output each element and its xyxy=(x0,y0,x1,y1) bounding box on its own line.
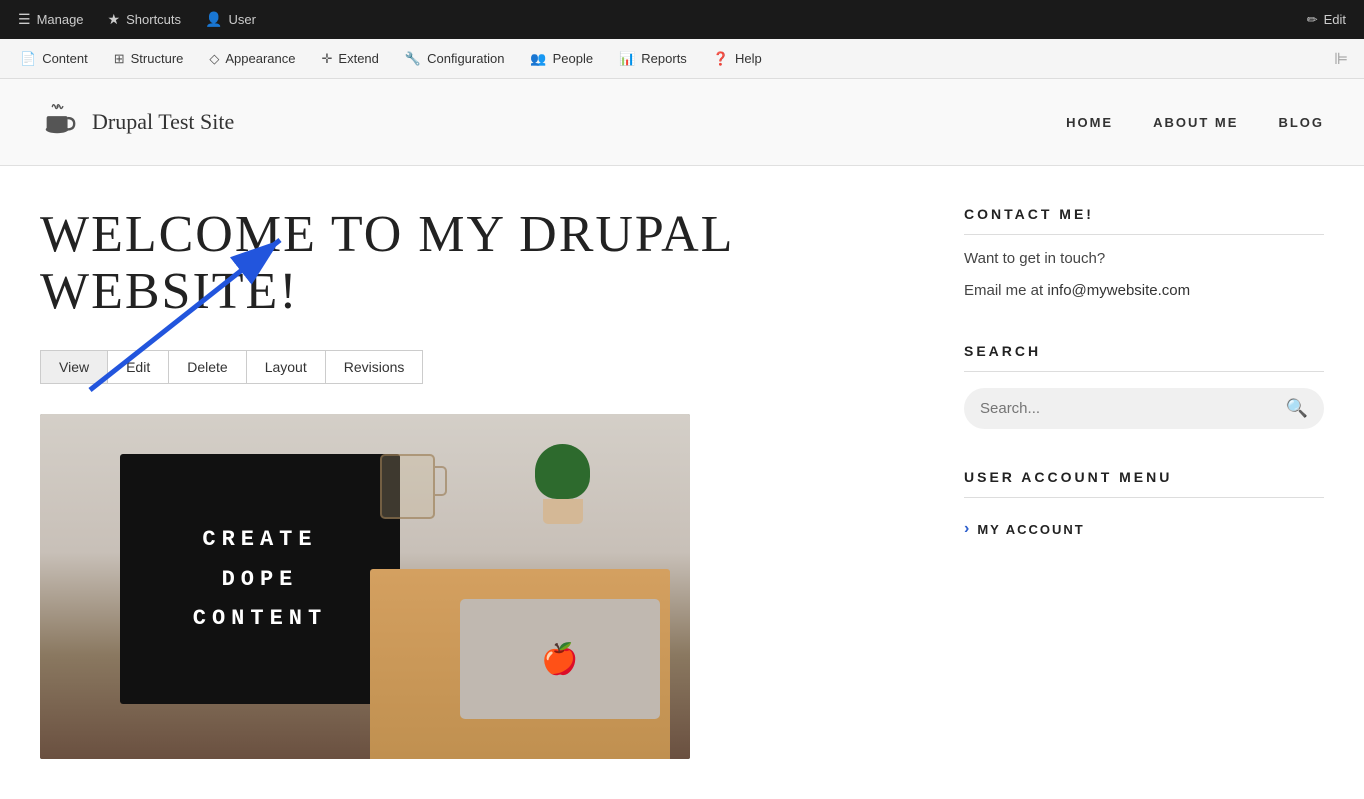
menu-divider: ⊫ xyxy=(1326,43,1356,75)
contact-email[interactable]: info@mywebsite.com xyxy=(1047,282,1190,299)
chevron-right-icon: › xyxy=(964,520,969,538)
shortcuts-label: Shortcuts xyxy=(126,12,181,27)
structure-label: Structure xyxy=(131,51,184,66)
nav-blog[interactable]: BLOG xyxy=(1278,115,1324,130)
shortcuts-button[interactable]: ★ Shortcuts xyxy=(98,5,191,34)
extend-icon: ✛ xyxy=(322,51,333,67)
menu-appearance[interactable]: ◇ Appearance xyxy=(197,45,307,73)
edit-button[interactable]: ✏ Edit xyxy=(1297,6,1356,34)
site-logo-area: Drupal Test Site xyxy=(40,99,234,145)
reports-icon: 📊 xyxy=(619,51,635,67)
tab-layout[interactable]: Layout xyxy=(247,351,326,383)
content-area: WELCOME TO MY DRUPAL WEBSITE! View Edit … xyxy=(40,206,904,759)
configuration-icon: 🔧 xyxy=(405,51,421,67)
my-account-item[interactable]: › MY ACCOUNT xyxy=(964,510,1324,548)
extend-label: Extend xyxy=(338,51,378,66)
main-content: WELCOME TO MY DRUPAL WEBSITE! View Edit … xyxy=(0,166,1364,799)
sidebar-contact: CONTACT ME! Want to get in touch? Email … xyxy=(964,206,1324,303)
search-icon[interactable]: 🔍 xyxy=(1286,398,1308,419)
site-title: Drupal Test Site xyxy=(92,109,234,135)
article-image: CREATEDOPECONTENT 🕶 xyxy=(40,414,690,759)
site-nav: HOME ABOUT ME BLOG xyxy=(1066,115,1324,130)
structure-icon: ⊞ xyxy=(114,51,125,67)
nav-home[interactable]: HOME xyxy=(1066,115,1113,130)
edit-label: Edit xyxy=(1324,12,1346,27)
sidebar: CONTACT ME! Want to get in touch? Email … xyxy=(964,206,1324,759)
help-label: Help xyxy=(735,51,762,66)
sidebar-user-menu: USER ACCOUNT MENU › MY ACCOUNT xyxy=(964,469,1324,548)
star-icon: ★ xyxy=(108,11,121,28)
my-account-label: MY ACCOUNT xyxy=(977,522,1084,537)
appearance-label: Appearance xyxy=(225,51,295,66)
people-icon: 👥 xyxy=(530,51,546,67)
hamburger-icon: ☰ xyxy=(18,11,31,28)
manage-label: Manage xyxy=(37,12,84,27)
admin-toolbar-left: ☰ Manage ★ Shortcuts 👤 User xyxy=(8,5,266,34)
search-box: 🔍 xyxy=(964,388,1324,429)
user-icon: 👤 xyxy=(205,11,222,28)
content-icon: 📄 xyxy=(20,51,36,67)
coffee-logo-icon xyxy=(40,99,78,145)
people-label: People xyxy=(553,51,593,66)
user-button[interactable]: 👤 User xyxy=(195,5,266,34)
user-menu-title: USER ACCOUNT MENU xyxy=(964,469,1324,498)
manage-button[interactable]: ☰ Manage xyxy=(8,5,94,34)
reports-label: Reports xyxy=(641,51,687,66)
user-label: User xyxy=(228,12,255,27)
menu-reports[interactable]: 📊 Reports xyxy=(607,45,699,73)
tab-delete[interactable]: Delete xyxy=(169,351,246,383)
appearance-icon: ◇ xyxy=(209,51,219,67)
admin-toolbar: ☰ Manage ★ Shortcuts 👤 User ✏ Edit xyxy=(0,0,1364,39)
configuration-label: Configuration xyxy=(427,51,504,66)
page-title: WELCOME TO MY DRUPAL WEBSITE! xyxy=(40,206,904,320)
search-input[interactable] xyxy=(980,400,1286,417)
contact-line1: Want to get in touch? xyxy=(964,247,1324,271)
search-title: SEARCH xyxy=(964,343,1324,372)
contact-title: CONTACT ME! xyxy=(964,206,1324,235)
pencil-icon: ✏ xyxy=(1307,12,1318,28)
site-header: Drupal Test Site HOME ABOUT ME BLOG xyxy=(0,79,1364,166)
tab-revisions[interactable]: Revisions xyxy=(326,351,423,383)
admin-menu: 📄 Content ⊞ Structure ◇ Appearance ✛ Ext… xyxy=(0,39,1364,79)
menu-structure[interactable]: ⊞ Structure xyxy=(102,45,196,73)
nav-about[interactable]: ABOUT ME xyxy=(1153,115,1238,130)
help-icon: ❓ xyxy=(713,51,729,67)
menu-content[interactable]: 📄 Content xyxy=(8,45,100,73)
content-tabs: View Edit Delete Layout Revisions xyxy=(40,350,423,384)
content-label: Content xyxy=(42,51,88,66)
tab-edit[interactable]: Edit xyxy=(108,351,169,383)
menu-help[interactable]: ❓ Help xyxy=(701,45,774,73)
admin-toolbar-right: ✏ Edit xyxy=(1297,6,1356,34)
menu-configuration[interactable]: 🔧 Configuration xyxy=(393,45,517,73)
tab-view[interactable]: View xyxy=(41,351,108,383)
menu-people[interactable]: 👥 People xyxy=(518,45,605,73)
contact-line2: Email me at info@mywebsite.com xyxy=(964,279,1324,303)
sidebar-search: SEARCH 🔍 xyxy=(964,343,1324,429)
menu-extend[interactable]: ✛ Extend xyxy=(310,45,391,73)
